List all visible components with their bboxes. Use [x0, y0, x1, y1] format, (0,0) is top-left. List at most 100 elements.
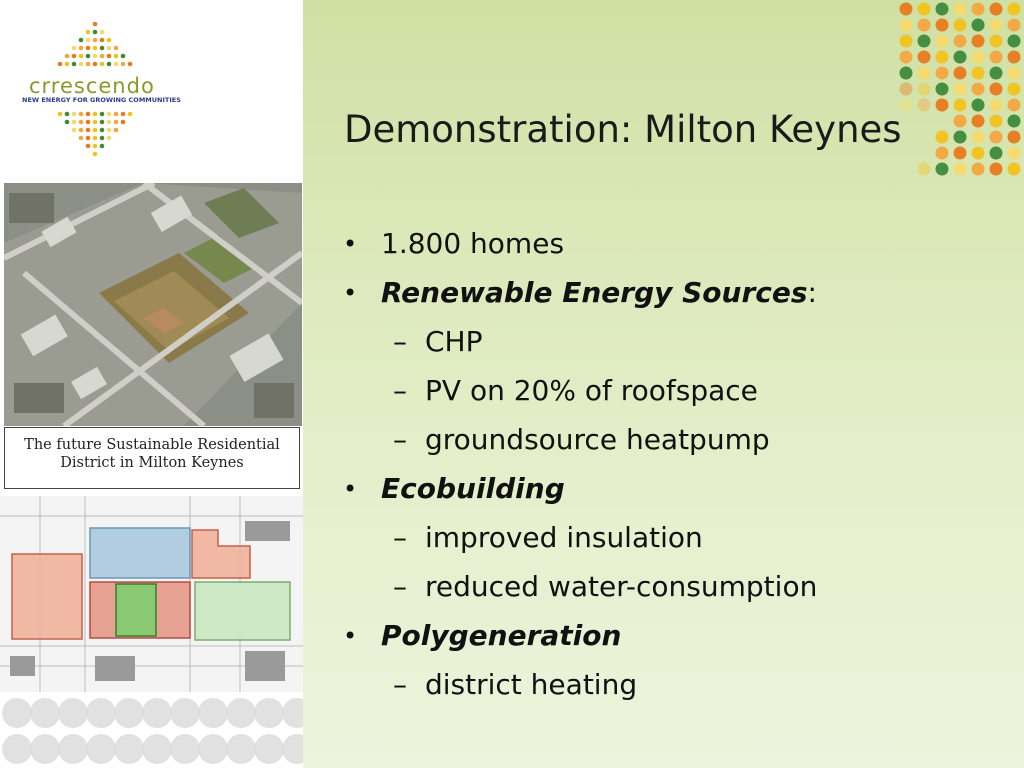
- decorative-dot: [71, 127, 77, 133]
- left-panel: crrescendo NEW ENERGY FOR GROWING COMMUN…: [0, 0, 303, 768]
- decorative-dot: [113, 45, 119, 51]
- decorative-dot: [106, 127, 112, 133]
- decorative-dot: [1007, 98, 1021, 112]
- decorative-dot: [282, 698, 303, 728]
- decorative-dot: [989, 66, 1003, 80]
- bullet-item: • Renewable Energy Sources:: [343, 273, 1003, 322]
- decorative-dot: [1007, 2, 1021, 16]
- decorative-dot: [953, 50, 967, 64]
- decorative-dot: [64, 61, 70, 67]
- decorative-dot: [127, 61, 133, 67]
- decorative-dot: [935, 18, 949, 32]
- decorative-dot: [57, 111, 63, 117]
- logo-tagline: NEW ENERGY FOR GROWING COMMUNITIES: [22, 96, 181, 104]
- decorative-dot: [71, 111, 77, 117]
- decorative-dot: [64, 53, 70, 59]
- decorative-dot: [78, 45, 84, 51]
- decorative-dot: [198, 734, 228, 764]
- decorative-dot: [935, 34, 949, 48]
- decorative-dot: [971, 162, 985, 176]
- decorative-dot: [971, 98, 985, 112]
- decorative-dot: [71, 119, 77, 125]
- decorative-dot: [92, 143, 98, 149]
- decorative-dot: [1007, 130, 1021, 144]
- decorative-dot: [953, 2, 967, 16]
- decorative-dot: [917, 98, 931, 112]
- decorative-dot: [120, 111, 126, 117]
- decorative-dot: [106, 111, 112, 117]
- bullet-item: • Ecobuilding: [343, 469, 1003, 518]
- decorative-dots-bottom: [0, 693, 303, 768]
- decorative-dot: [170, 734, 200, 764]
- decorative-dot: [2, 698, 32, 728]
- decorative-dot: [113, 119, 119, 125]
- decorative-dot: [64, 111, 70, 117]
- decorative-dot: [127, 111, 133, 117]
- sub-bullet-text: reduced water-consumption: [425, 570, 818, 603]
- decorative-dot: [1007, 162, 1021, 176]
- dash-marker: –: [393, 374, 407, 407]
- decorative-dot: [99, 53, 105, 59]
- decorative-dot: [106, 45, 112, 51]
- decorative-dot: [953, 82, 967, 96]
- decorative-dot: [78, 127, 84, 133]
- decorative-dot: [92, 37, 98, 43]
- decorative-dot: [92, 29, 98, 35]
- decorative-dot: [899, 82, 913, 96]
- bullet-item: • Polygeneration: [343, 616, 1003, 665]
- decorative-dot: [935, 50, 949, 64]
- decorative-dot: [92, 21, 98, 27]
- decorative-dot: [92, 151, 98, 157]
- bullet-text: Polygeneration: [381, 619, 622, 652]
- decorative-dot: [92, 53, 98, 59]
- dash-marker: –: [393, 521, 407, 554]
- decorative-dot: [935, 82, 949, 96]
- decorative-dot: [917, 18, 931, 32]
- decorative-dot: [953, 130, 967, 144]
- decorative-dot: [99, 143, 105, 149]
- decorative-dot: [917, 66, 931, 80]
- decorative-dot: [71, 45, 77, 51]
- decorative-dot: [86, 734, 116, 764]
- decorative-dot: [935, 146, 949, 160]
- decorative-dot: [989, 18, 1003, 32]
- decorative-dot: [99, 45, 105, 51]
- decorative-dot: [1007, 18, 1021, 32]
- dash-marker: –: [393, 570, 407, 603]
- decorative-dot: [282, 734, 303, 764]
- bullet-text: Ecobuilding: [381, 472, 565, 505]
- decorative-dot: [113, 61, 119, 67]
- logo-wordmark: crrescendo: [29, 74, 155, 98]
- decorative-dot: [935, 2, 949, 16]
- decorative-dot: [1007, 82, 1021, 96]
- sub-bullet-text: groundsource heatpump: [425, 423, 770, 456]
- decorative-dot: [142, 734, 172, 764]
- sub-bullet-text: district heating: [425, 668, 638, 701]
- decorative-dot: [78, 111, 84, 117]
- decorative-dot: [64, 119, 70, 125]
- decorative-dot: [58, 698, 88, 728]
- decorative-dot: [935, 98, 949, 112]
- decorative-dot: [92, 45, 98, 51]
- sub-bullet-item: – district heating: [343, 665, 1003, 714]
- decorative-dot: [86, 698, 116, 728]
- decorative-dot: [953, 146, 967, 160]
- sub-bullet-text: PV on 20% of roofspace: [425, 374, 758, 407]
- decorative-dot: [1007, 114, 1021, 128]
- dash-marker: –: [393, 423, 407, 456]
- decorative-dot: [899, 2, 913, 16]
- bullet-suffix: :: [807, 276, 817, 309]
- decorative-dot: [953, 98, 967, 112]
- decorative-dot: [935, 162, 949, 176]
- decorative-dot: [953, 114, 967, 128]
- decorative-dot: [971, 82, 985, 96]
- decorative-dot: [85, 53, 91, 59]
- decorative-dot: [113, 127, 119, 133]
- decorative-dot: [953, 162, 967, 176]
- decorative-dot: [92, 61, 98, 67]
- decorative-dot: [106, 61, 112, 67]
- decorative-dot: [106, 37, 112, 43]
- decorative-dot: [953, 66, 967, 80]
- decorative-dot: [106, 119, 112, 125]
- district-plan-map: [0, 496, 303, 692]
